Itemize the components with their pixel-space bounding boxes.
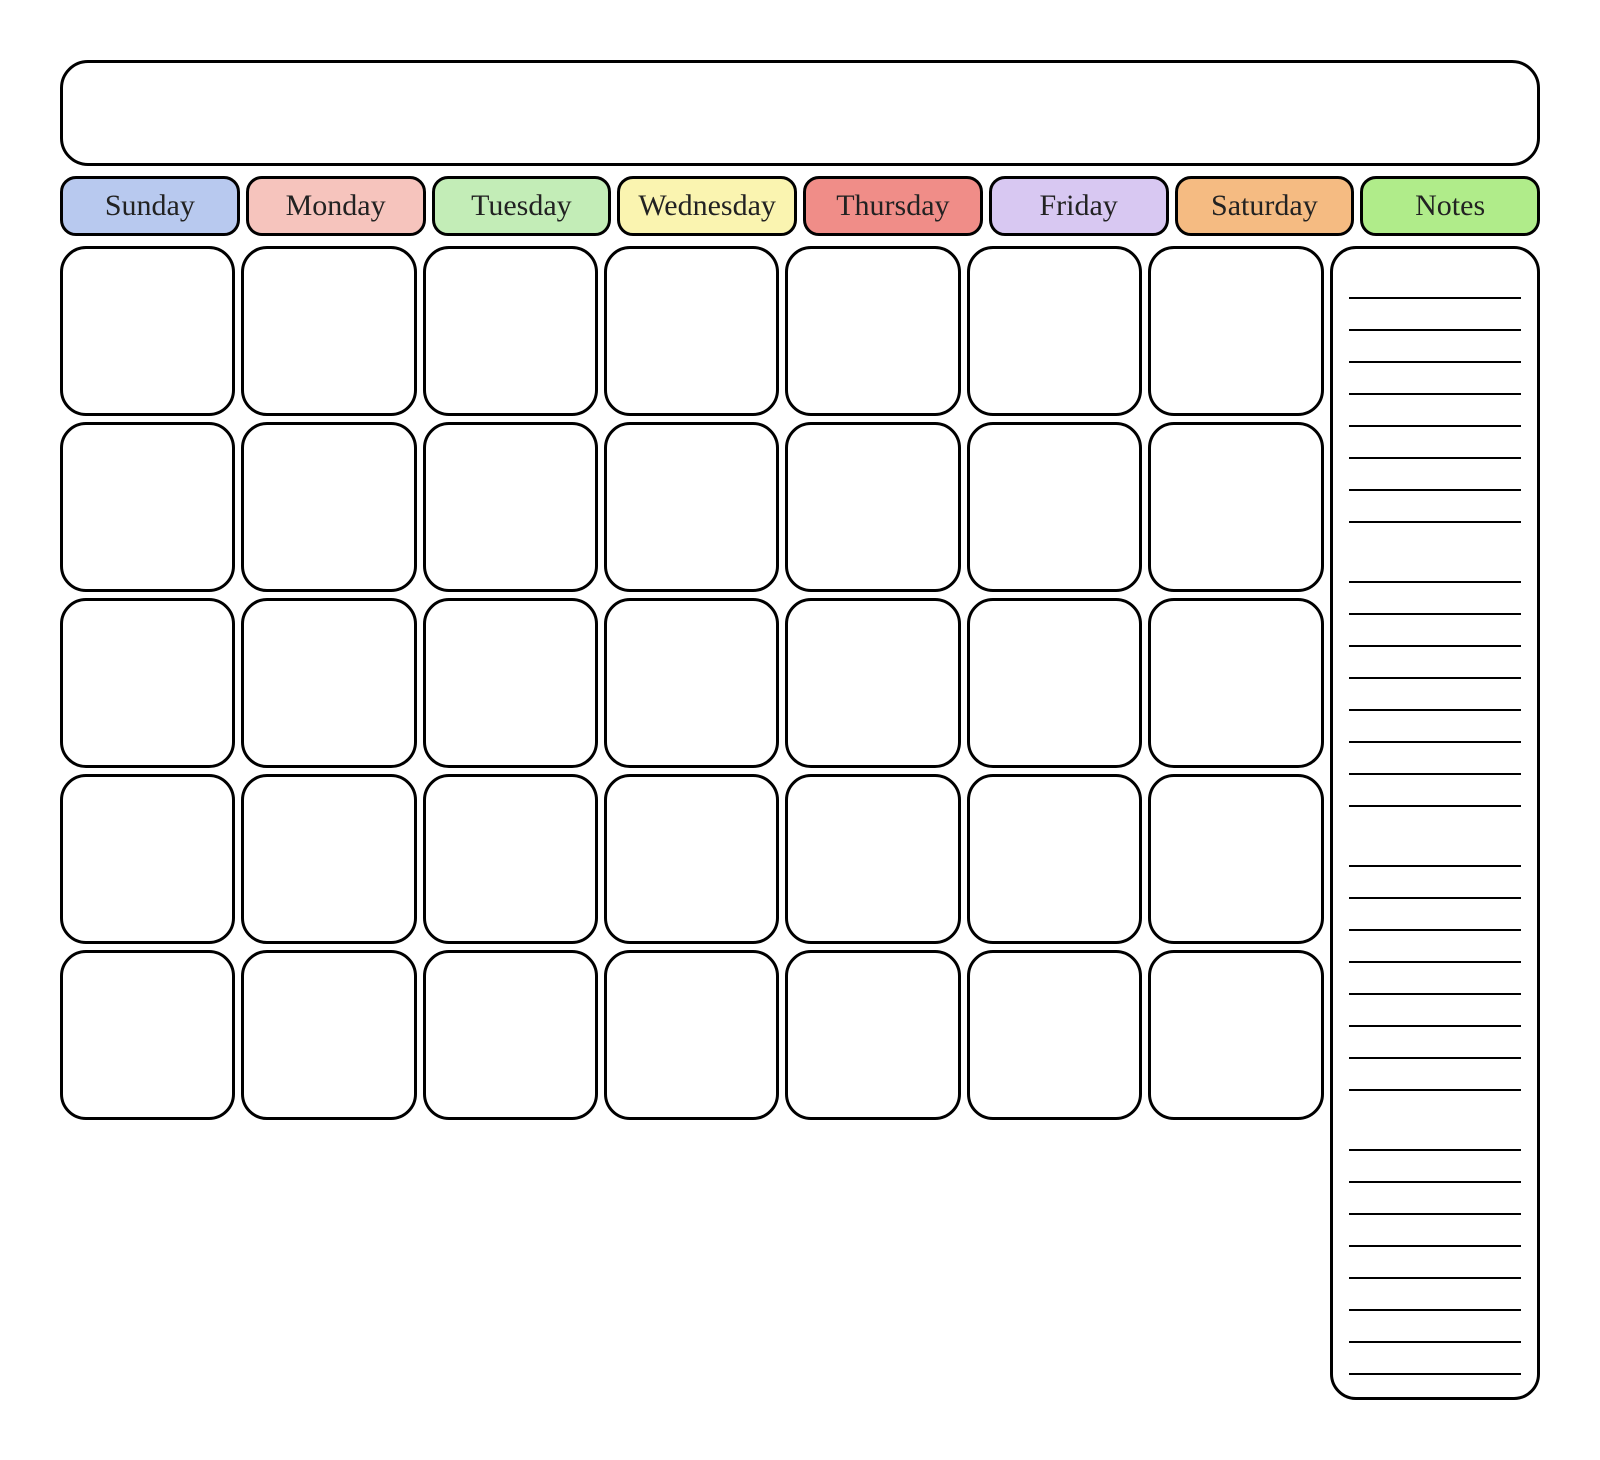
note-line bbox=[1349, 1031, 1522, 1059]
day-cell bbox=[967, 422, 1142, 592]
note-line bbox=[1349, 839, 1522, 867]
note-line bbox=[1349, 1063, 1522, 1091]
note-line bbox=[1349, 303, 1522, 331]
note-line bbox=[1349, 999, 1522, 1027]
day-cell bbox=[1148, 774, 1323, 944]
day-header-saturday: Saturday bbox=[1175, 176, 1355, 236]
note-line bbox=[1349, 1187, 1522, 1215]
day-header-row: SundayMondayTuesdayWednesdayThursdayFrid… bbox=[50, 176, 1550, 236]
day-cell bbox=[967, 950, 1142, 1120]
note-line bbox=[1349, 619, 1522, 647]
note-line bbox=[1349, 1219, 1522, 1247]
note-line bbox=[1349, 935, 1522, 963]
day-cell bbox=[1148, 246, 1323, 416]
note-line bbox=[1349, 495, 1522, 523]
note-line bbox=[1349, 1251, 1522, 1279]
note-line bbox=[1349, 715, 1522, 743]
note-line bbox=[1349, 747, 1522, 775]
calendar-template: SundayMondayTuesdayWednesdayThursdayFrid… bbox=[0, 0, 1600, 1460]
day-cell bbox=[604, 422, 779, 592]
note-line bbox=[1349, 967, 1522, 995]
day-cell bbox=[423, 774, 598, 944]
day-header-tuesday: Tuesday bbox=[432, 176, 612, 236]
day-cell bbox=[785, 774, 960, 944]
notes-line-group bbox=[1345, 1121, 1526, 1377]
day-cell bbox=[423, 950, 598, 1120]
note-line bbox=[1349, 779, 1522, 807]
note-line bbox=[1349, 463, 1522, 491]
note-line bbox=[1349, 271, 1522, 299]
day-cell bbox=[241, 422, 416, 592]
day-cell bbox=[1148, 950, 1323, 1120]
note-line bbox=[1349, 1155, 1522, 1183]
day-cell bbox=[1148, 598, 1323, 768]
day-header-friday: Friday bbox=[989, 176, 1169, 236]
note-line bbox=[1349, 651, 1522, 679]
day-cell bbox=[967, 598, 1142, 768]
day-cell bbox=[604, 950, 779, 1120]
main-area bbox=[50, 246, 1550, 1400]
day-cell bbox=[967, 246, 1142, 416]
day-cell bbox=[967, 774, 1142, 944]
notes-line-group bbox=[1345, 553, 1526, 809]
day-cell bbox=[423, 598, 598, 768]
note-line bbox=[1349, 1315, 1522, 1343]
note-line bbox=[1349, 683, 1522, 711]
note-line bbox=[1349, 587, 1522, 615]
day-cell bbox=[604, 774, 779, 944]
day-cell bbox=[60, 422, 235, 592]
note-line bbox=[1349, 555, 1522, 583]
day-cell bbox=[785, 246, 960, 416]
day-header-thursday: Thursday bbox=[803, 176, 983, 236]
day-cell bbox=[60, 246, 235, 416]
note-line bbox=[1349, 1347, 1522, 1375]
notes-header: Notes bbox=[1360, 176, 1540, 236]
day-header-sunday: Sunday bbox=[60, 176, 240, 236]
day-cell bbox=[423, 246, 598, 416]
day-cell bbox=[60, 774, 235, 944]
day-header-wednesday: Wednesday bbox=[617, 176, 797, 236]
notes-column bbox=[1330, 246, 1541, 1400]
note-line bbox=[1349, 1123, 1522, 1151]
day-cell bbox=[785, 422, 960, 592]
day-header-monday: Monday bbox=[246, 176, 426, 236]
day-cell bbox=[60, 598, 235, 768]
day-cell bbox=[241, 774, 416, 944]
day-cell bbox=[604, 246, 779, 416]
note-line bbox=[1349, 367, 1522, 395]
day-cell bbox=[241, 950, 416, 1120]
day-cell bbox=[785, 598, 960, 768]
note-line bbox=[1349, 903, 1522, 931]
day-cell bbox=[1148, 422, 1323, 592]
note-line bbox=[1349, 871, 1522, 899]
notes-line-group bbox=[1345, 269, 1526, 525]
note-line bbox=[1349, 431, 1522, 459]
notes-line-group bbox=[1345, 837, 1526, 1093]
day-cell bbox=[785, 950, 960, 1120]
title-bar bbox=[60, 60, 1540, 166]
day-cell bbox=[60, 950, 235, 1120]
day-cell bbox=[241, 246, 416, 416]
calendar-grid bbox=[60, 246, 1324, 1400]
note-line bbox=[1349, 335, 1522, 363]
day-cell bbox=[604, 598, 779, 768]
day-cell bbox=[241, 598, 416, 768]
note-line bbox=[1349, 1283, 1522, 1311]
day-cell bbox=[423, 422, 598, 592]
note-line bbox=[1349, 399, 1522, 427]
